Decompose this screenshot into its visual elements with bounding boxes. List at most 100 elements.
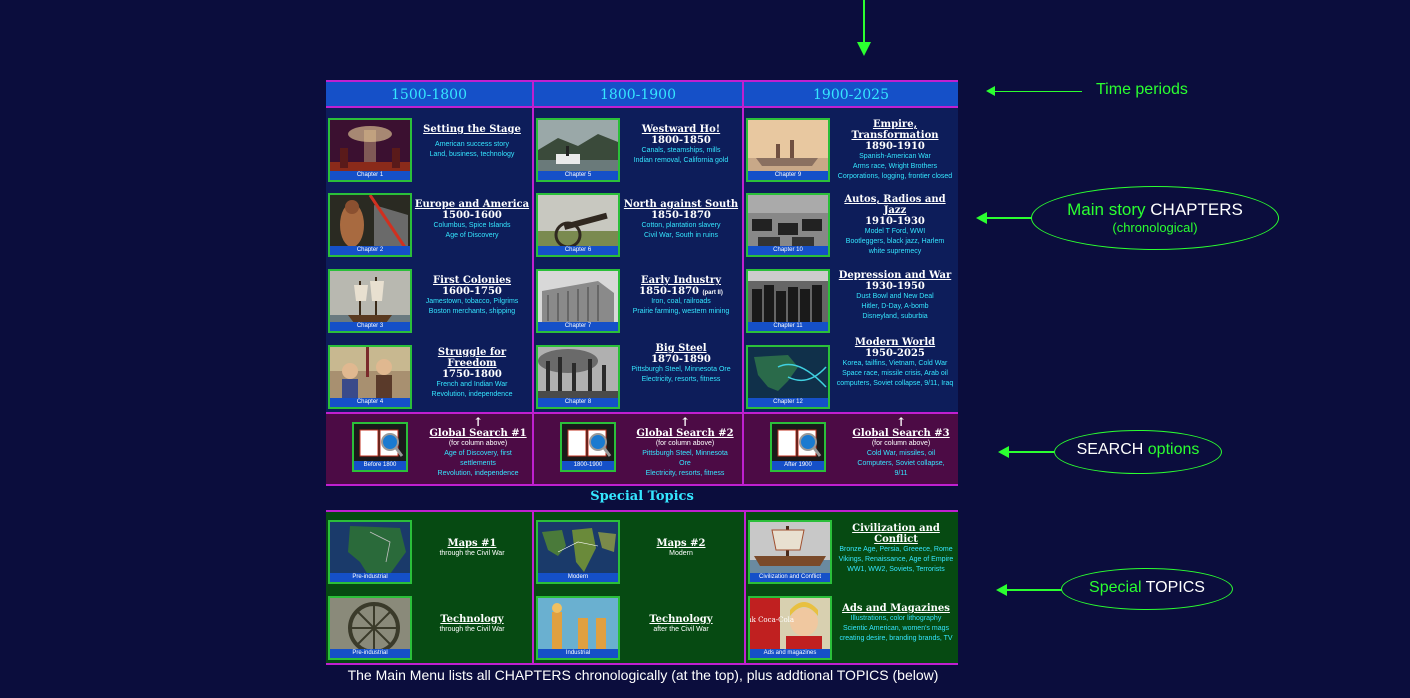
chapter-desc: Canals, steamships, mills xyxy=(641,147,721,154)
topic-cell[interactable]: Civilization and Conflict Civilization a… xyxy=(746,518,958,588)
chapter-cell[interactable]: Chapter 8 Big Steel 1870-1890 Pittsburgh… xyxy=(534,343,740,413)
chapter-cell[interactable]: Chapter 5 Westward Ho! 1800-1850 Canals,… xyxy=(534,116,740,186)
chapter-title[interactable]: Depression and War xyxy=(832,270,958,281)
topic-civilization-image[interactable]: Civilization and Conflict xyxy=(748,520,832,584)
topic-cell[interactable]: Industrial Technology after the Civil Wa… xyxy=(534,594,740,664)
chapter-desc: white supremecy xyxy=(868,248,922,255)
topic-title[interactable]: Maps #2 xyxy=(622,538,740,549)
chapter-desc: Columbus, Spice Islands xyxy=(433,222,511,229)
chapter-title[interactable]: Empire, Transformation xyxy=(832,119,958,141)
search-cell[interactable]: After 1900 ↑ Global Search #3 (for colum… xyxy=(744,416,958,484)
topic-cell[interactable]: Pre-industrial Maps #1 through the Civil… xyxy=(326,518,530,588)
chapter-caption: Chapter 8 xyxy=(538,398,618,407)
chapter-caption: Chapter 7 xyxy=(538,322,618,331)
chapter-12-image[interactable]: Chapter 12 xyxy=(746,345,830,409)
topic-desc: through the Civil War xyxy=(439,626,505,633)
special-topics-title: Special Topics xyxy=(590,489,694,504)
grid-line xyxy=(326,510,958,512)
annotation-arrow-head xyxy=(976,212,987,224)
chapter-10-image[interactable]: Chapter 10 xyxy=(746,193,830,257)
search-title[interactable]: Global Search #3 xyxy=(844,428,958,439)
chapter-3-image[interactable]: Chapter 3 xyxy=(328,269,412,333)
period-header-2[interactable]: 1800-1900 xyxy=(534,82,742,107)
chapter-title[interactable]: Autos, Radios and Jazz xyxy=(832,194,958,216)
chapter-4-image[interactable]: Chapter 4 xyxy=(328,345,412,409)
chapter-7-image[interactable]: Chapter 7 xyxy=(536,269,620,333)
topic-title[interactable]: Maps #1 xyxy=(414,538,530,549)
topic-tech-2-image[interactable]: Industrial xyxy=(536,596,620,660)
annotation-text: SEARCH xyxy=(1076,441,1144,458)
chapter-cell[interactable]: Chapter 3 First Colonies 1600-1750 James… xyxy=(326,267,530,337)
search-book-icon[interactable]: 1800-1900 xyxy=(560,422,616,472)
chapter-1-image[interactable]: Chapter 1 xyxy=(328,118,412,182)
chapter-cell[interactable]: Chapter 2 Europe and America 1500-1600 C… xyxy=(326,191,530,261)
topic-title[interactable]: Ads and Magazines xyxy=(834,603,958,614)
chapter-8-image[interactable]: Chapter 8 xyxy=(536,345,620,409)
topic-desc: Modern xyxy=(669,550,693,557)
grid-line xyxy=(326,106,958,108)
chapter-title[interactable]: North against South xyxy=(622,199,740,210)
chapter-cell[interactable]: Chapter 11 Depression and War 1930-1950 … xyxy=(744,267,958,337)
topic-map-2-image[interactable]: Modern xyxy=(536,520,620,584)
chapter-dates: 1870-1890 xyxy=(651,354,711,365)
search-cell[interactable]: 1800-1900 ↑ Global Search #2 (for column… xyxy=(534,416,740,484)
chapter-title[interactable]: Westward Ho! xyxy=(622,124,740,135)
annotation-text: CHAPTERS xyxy=(1150,200,1243,219)
period-header-1[interactable]: 1500-1800 xyxy=(326,82,532,107)
chapter-title[interactable]: Struggle for Freedom xyxy=(414,347,530,369)
chapter-title[interactable]: Setting the Stage xyxy=(414,124,530,135)
search-caption: Before 1800 xyxy=(354,461,406,470)
annotation-arrow xyxy=(994,91,1082,92)
chapter-title[interactable]: First Colonies xyxy=(414,275,530,286)
chapter-cell[interactable]: Chapter 6 North against South 1850-1870 … xyxy=(534,191,740,261)
topic-caption: Pre-industrial xyxy=(330,573,410,582)
topic-title[interactable]: Civilization and Conflict xyxy=(834,523,958,545)
chapter-cell[interactable]: Chapter 7 Early Industry 1850-1870 (part… xyxy=(534,267,740,337)
chapter-desc: Revolution, independence xyxy=(431,391,513,398)
topic-title[interactable]: Technology xyxy=(622,614,740,625)
search-book-icon[interactable]: Before 1800 xyxy=(352,422,408,472)
topic-map-1-image[interactable]: Pre-industrial xyxy=(328,520,412,584)
topic-cell[interactable]: Pre-industrial Technology through the Ci… xyxy=(326,594,530,664)
chapter-dates: 1890-1910 xyxy=(865,141,925,152)
search-title[interactable]: Global Search #2 xyxy=(630,428,740,439)
search-note: (for column above) xyxy=(448,440,508,447)
search-desc: Ore xyxy=(679,460,691,467)
chapter-title[interactable]: Modern World xyxy=(832,337,958,348)
chapter-caption: Chapter 2 xyxy=(330,246,410,255)
coca-cola-logo: Drink Coca-Cola xyxy=(750,616,794,624)
period-header-3[interactable]: 1900-2025 xyxy=(744,82,958,107)
chapter-cell[interactable]: Chapter 10 Autos, Radios and Jazz 1910-1… xyxy=(744,191,958,261)
chapter-cell[interactable]: Chapter 9 Empire, Transformation 1890-19… xyxy=(744,116,958,186)
topic-desc: Vikings, Renaissance, Age of Empire xyxy=(838,556,954,563)
annotation-arrow xyxy=(1006,589,1062,591)
chapter-desc: Electricity, resorts, fitness xyxy=(641,376,721,383)
chapter-11-image[interactable]: Chapter 11 xyxy=(746,269,830,333)
chapter-caption: Chapter 5 xyxy=(538,171,618,180)
chapter-5-image[interactable]: Chapter 5 xyxy=(536,118,620,182)
topic-ads-image[interactable]: Drink Coca-Cola Ads and magazines xyxy=(748,596,832,660)
chapter-cell[interactable]: Chapter 1 Setting the Stage American suc… xyxy=(326,116,530,186)
topic-tech-1-image[interactable]: Pre-industrial xyxy=(328,596,412,660)
topic-caption: Pre-industrial xyxy=(330,649,410,658)
grid-line xyxy=(326,484,958,486)
topic-cell[interactable]: Modern Maps #2 Modern xyxy=(534,518,740,588)
search-caption: 1800-1900 xyxy=(562,461,614,470)
chapter-desc: Korea, tailfins, Vietnam, Cold War xyxy=(842,360,948,367)
topic-caption: Industrial xyxy=(538,649,618,658)
search-book-icon[interactable]: After 1900 xyxy=(770,422,826,472)
chapter-cell[interactable]: Chapter 12 Modern World 1950-2025 Korea,… xyxy=(744,337,958,413)
chapter-9-image[interactable]: Chapter 9 xyxy=(746,118,830,182)
topic-title[interactable]: Technology xyxy=(414,614,530,625)
search-title[interactable]: Global Search #1 xyxy=(426,428,530,439)
annotation-arrow-head xyxy=(996,584,1007,596)
topic-cell[interactable]: Drink Coca-Cola Ads and magazines Ads an… xyxy=(746,594,958,664)
chapter-title[interactable]: Big Steel xyxy=(622,343,740,354)
chapter-title[interactable]: Europe and America xyxy=(414,199,530,210)
chapter-6-image[interactable]: Chapter 6 xyxy=(536,193,620,257)
chapter-title[interactable]: Early Industry xyxy=(622,275,740,286)
search-cell[interactable]: Before 1800 ↑ Global Search #1 (for colu… xyxy=(326,416,530,484)
chapter-caption: Chapter 9 xyxy=(748,171,828,180)
chapter-cell[interactable]: Chapter 4 Struggle for Freedom 1750-1800… xyxy=(326,343,530,413)
chapter-2-image[interactable]: Chapter 2 xyxy=(328,193,412,257)
